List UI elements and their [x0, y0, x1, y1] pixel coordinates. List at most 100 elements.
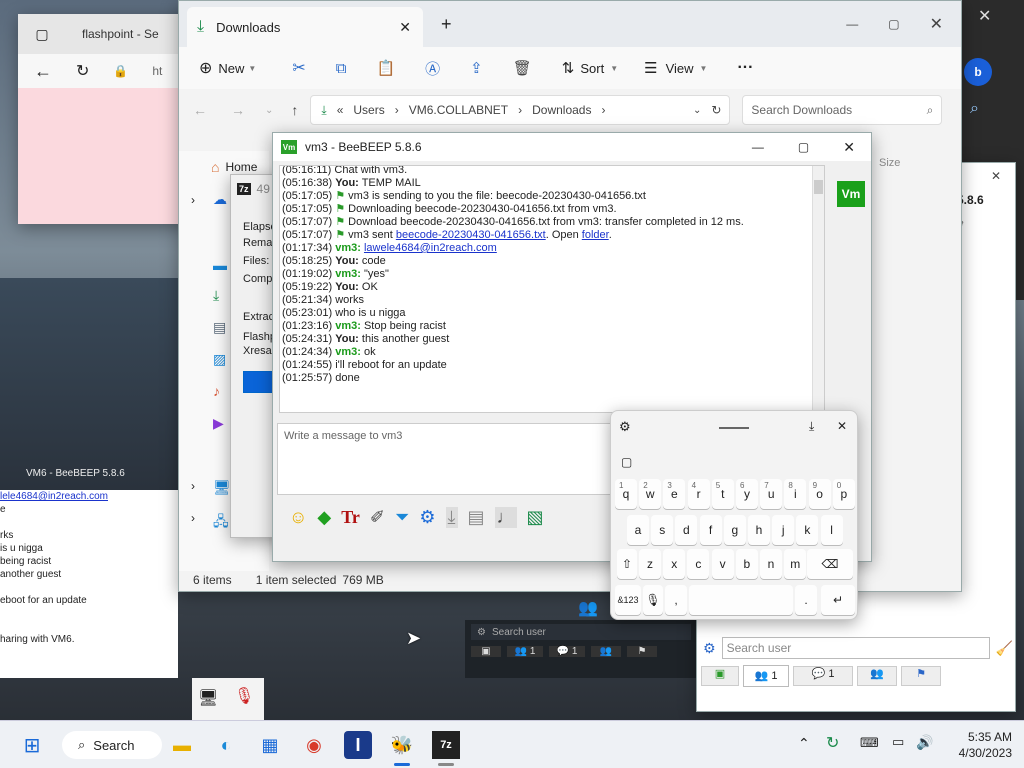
music-icon[interactable]: ♪	[213, 383, 220, 399]
search-input[interactable]: Search Downloads	[751, 103, 852, 117]
minimize-icon[interactable]: —	[846, 17, 858, 31]
file-explorer-taskbar-icon[interactable]: ▬	[168, 731, 196, 759]
key-v[interactable]: v	[711, 549, 734, 579]
key-y[interactable]: 6y	[736, 479, 758, 509]
close-icon[interactable]: ✕	[843, 139, 855, 156]
keyboard-dock-icon[interactable]: ⤓	[809, 419, 814, 434]
key-j[interactable]: j	[772, 515, 795, 545]
background-search-input[interactable]: Search user	[492, 627, 546, 638]
key-p[interactable]: 0p	[832, 479, 855, 509]
expand-icon[interactable]: ›	[191, 479, 195, 493]
refresh-icon[interactable]: ↻	[711, 103, 721, 117]
key-f[interactable]: f	[699, 515, 722, 545]
tab-groups-icon[interactable]: 👥	[591, 646, 621, 657]
close-icon[interactable]: ✕	[930, 14, 943, 34]
image-icon[interactable]: ▧	[527, 507, 544, 528]
sort-button[interactable]: Sort	[580, 61, 604, 76]
address-bar[interactable]: ht	[152, 64, 162, 78]
monitor-icon[interactable]: 🖥	[198, 688, 218, 708]
search-box[interactable]: Search Downloads ⌕	[742, 95, 943, 125]
rename-icon[interactable]: Ⓐ	[425, 58, 440, 79]
bing-icon[interactable]: b	[964, 58, 992, 86]
close-icon[interactable]: ✕	[991, 169, 1001, 183]
share-icon[interactable]: ⇪	[470, 59, 483, 77]
new-tab-icon[interactable]: +	[441, 14, 452, 35]
cut-icon[interactable]: ✂	[292, 58, 305, 78]
key-u[interactable]: 7u	[760, 479, 783, 509]
close-tab-icon[interactable]: ✕	[399, 19, 411, 36]
explorer-tab-title[interactable]: Downloads	[216, 20, 280, 35]
tab-chats[interactable]: 💬 1	[549, 646, 585, 657]
sort-icon[interactable]: ⇅	[562, 59, 575, 77]
maximize-icon[interactable]: ▢	[888, 17, 899, 31]
key-w[interactable]: 2w	[639, 479, 662, 509]
nav-forward-icon[interactable]: →	[231, 102, 245, 118]
tab-users[interactable]: 👥 1	[743, 665, 789, 687]
nav-recent-icon[interactable]: ⌄	[265, 105, 273, 116]
key-g[interactable]: g	[723, 515, 746, 545]
space-key[interactable]	[689, 585, 793, 615]
chat-history[interactable]: (05:16:11) Chat with vm3. (05:16:38) You:…	[279, 165, 825, 413]
desktop-icon[interactable]: ▬	[213, 257, 227, 273]
expand-icon[interactable]: ›	[191, 193, 195, 207]
key-z[interactable]: z	[639, 549, 661, 579]
microphone-icon[interactable]: 🎙	[234, 686, 254, 706]
sevenzip-taskbar-icon[interactable]: 7z	[432, 731, 460, 759]
expand-icon[interactable]: ›	[191, 511, 195, 525]
breadcrumb-downloads[interactable]: Downloads	[532, 103, 591, 117]
tab-users[interactable]: 👥 1	[507, 646, 543, 657]
browser-tab-title[interactable]: flashpoint - Se	[82, 27, 159, 41]
breadcrumb-overflow-icon[interactable]: «	[337, 103, 344, 117]
minimize-icon[interactable]: —	[752, 140, 764, 154]
key-r[interactable]: 4r	[687, 479, 710, 509]
message-link[interactable]: beecode-20230430-041656.txt	[396, 229, 546, 241]
view-icon[interactable]: ☰	[644, 59, 657, 77]
nav-home[interactable]: Home	[225, 160, 257, 174]
delete-icon[interactable]: 🗑	[513, 59, 532, 77]
key-a[interactable]: a	[627, 515, 649, 545]
tab-green-icon[interactable]: ▣	[471, 646, 501, 657]
green-gem-icon[interactable]: ◆	[317, 507, 331, 528]
sync-icon[interactable]: ↻	[826, 733, 839, 753]
videos-icon[interactable]: ▶	[213, 415, 224, 432]
sidebar-search-icon[interactable]: ⌕	[970, 100, 979, 118]
screenshot-icon[interactable]: ▤	[468, 507, 485, 528]
show-hidden-icons[interactable]: ⌃	[798, 735, 810, 752]
more-options-icon[interactable]: ···	[737, 59, 753, 77]
emoji-clipboard-icon[interactable]: ▢	[621, 455, 632, 469]
open-folder-link[interactable]: folder	[582, 229, 609, 241]
microphone-key[interactable]: 🎙	[643, 585, 663, 615]
key-b[interactable]: b	[735, 549, 758, 579]
message-link[interactable]: lawele4684@in2reach.com	[364, 242, 497, 254]
keyboard-icon[interactable]: ⌨	[860, 735, 879, 751]
gear-icon[interactable]: ⚙	[703, 640, 716, 657]
app-taskbar-icon[interactable]: I	[344, 731, 372, 759]
key-i[interactable]: 8i	[784, 479, 807, 509]
key-k[interactable]: k	[796, 515, 819, 545]
chrome-taskbar-icon[interactable]: ◉	[300, 731, 328, 759]
network-icon[interactable]: ▭	[892, 734, 904, 750]
enter-key[interactable]: ↵	[821, 585, 855, 615]
key-e[interactable]: 3e	[663, 479, 686, 509]
backspace-key[interactable]: ⌫	[807, 549, 853, 579]
size-column-header[interactable]: Size	[879, 157, 900, 169]
voice-message-icon[interactable]: ♩	[494, 507, 517, 528]
period-key[interactable]: .	[795, 585, 817, 615]
key-c[interactable]: c	[687, 549, 710, 579]
tab-flag-icon[interactable]: ⚑	[627, 646, 657, 657]
key-h[interactable]: h	[748, 515, 770, 545]
keyboard-settings-icon[interactable]: ⚙	[619, 419, 631, 435]
this-pc-icon[interactable]: 🖥	[213, 479, 231, 496]
tab-console[interactable]: ▣	[701, 666, 739, 686]
search-user-input[interactable]: Search user	[721, 637, 990, 659]
broom-icon[interactable]: 🧹	[996, 640, 1013, 657]
back-icon[interactable]: ←	[34, 61, 52, 82]
keyboard-drag-handle[interactable]	[719, 427, 749, 429]
color-brush-icon[interactable]: ✐	[370, 507, 385, 528]
key-q[interactable]: 1q	[615, 479, 637, 509]
font-icon[interactable]: Tr	[341, 507, 360, 528]
comma-key[interactable]: ,	[665, 585, 687, 615]
key-t[interactable]: 5t	[711, 479, 734, 509]
user-badge[interactable]: Vm	[837, 181, 865, 207]
breadcrumb-users[interactable]: Users	[353, 103, 384, 117]
